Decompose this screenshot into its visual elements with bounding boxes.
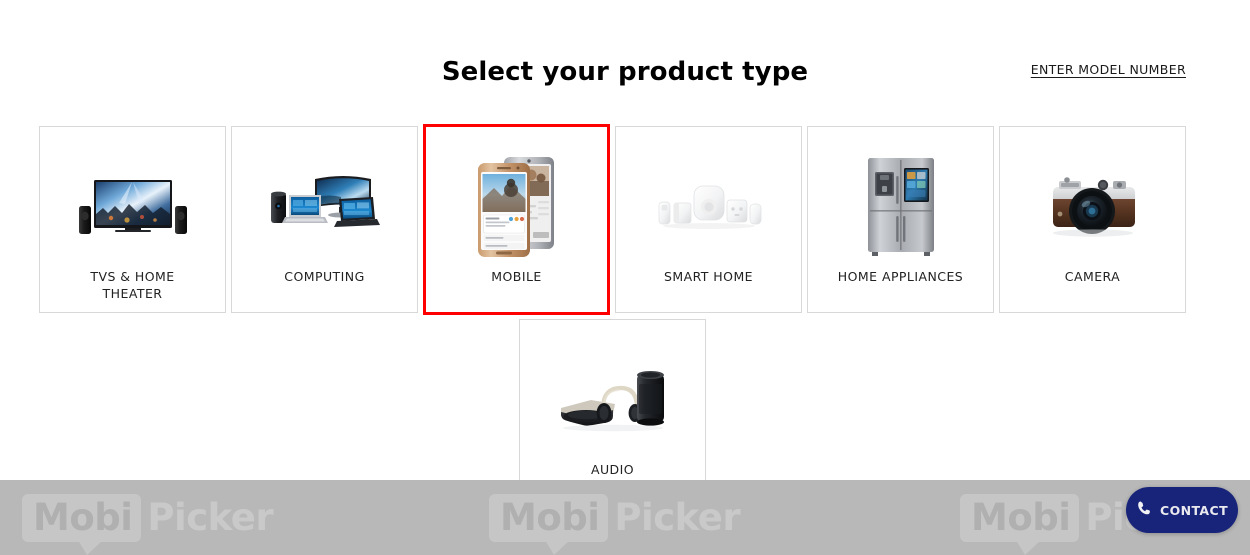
product-grid-row-2: AUDIO [519, 319, 706, 506]
product-card-label: SMART HOME [622, 269, 795, 286]
mobile-phone-icon [457, 151, 577, 259]
watermark-overlay-bar: Mobi Picker Mobi Picker Mobi Picker [0, 480, 1250, 555]
product-card-label: MOBILE [432, 269, 601, 286]
label-line: HOME APPLIANCES [837, 269, 964, 284]
enter-model-number-link[interactable]: ENTER MODEL NUMBER [1031, 62, 1186, 77]
contact-button[interactable]: CONTACT [1126, 487, 1238, 533]
watermark-mobi-text: Mobi [22, 494, 142, 555]
label-line: TVS & HOME [90, 269, 175, 284]
label-line: CAMERA [1064, 269, 1121, 284]
label-line: COMPUTING [284, 269, 365, 284]
label-line: MOBILE [491, 269, 542, 284]
refrigerator-icon [841, 153, 961, 261]
product-grid-row-1: TVS & HOME THEATER COMPUTING MOBILE SMAR… [39, 124, 1186, 315]
label-line: SMART HOME [663, 269, 754, 284]
product-card-mobile[interactable]: MOBILE [423, 124, 610, 315]
smart-home-icon [649, 153, 769, 261]
product-card-label: CAMERA [1006, 269, 1179, 286]
product-card-label: COMPUTING [238, 269, 411, 286]
audio-speaker-headphones-icon [553, 346, 673, 454]
product-card-label: HOME APPLIANCES [814, 269, 987, 286]
label-line: THEATER [102, 285, 163, 301]
contact-button-label: CONTACT [1160, 502, 1228, 518]
watermark-picker-text: Picker [614, 496, 741, 539]
tv-home-theater-icon [73, 153, 193, 261]
product-card-home-appliances[interactable]: HOME APPLIANCES [807, 126, 994, 313]
page-header: Select your product type ENTER MODEL NUM… [0, 0, 1250, 110]
phone-handset-icon [1136, 500, 1153, 521]
product-card-smart-home[interactable]: SMART HOME [615, 126, 802, 313]
computing-icon [265, 153, 385, 261]
product-card-label: AUDIO [526, 462, 699, 479]
product-card-audio[interactable]: AUDIO [519, 319, 706, 506]
product-card-computing[interactable]: COMPUTING [231, 126, 418, 313]
product-card-camera[interactable]: CAMERA [999, 126, 1186, 313]
watermark-logo: Mobi Picker [489, 494, 741, 555]
product-card-tvs-home-theater[interactable]: TVS & HOME THEATER [39, 126, 226, 313]
watermark-mobi-text: Mobi [489, 494, 609, 555]
product-card-label: TVS & HOME THEATER [46, 269, 219, 302]
watermark-mobi-text: Mobi [960, 494, 1080, 555]
label-line: AUDIO [590, 462, 635, 477]
watermark-picker-text: Picker [147, 496, 274, 539]
watermark-logo: Mobi Picker [22, 494, 274, 555]
camera-icon [1033, 153, 1153, 261]
product-type-selector-page: Select your product type ENTER MODEL NUM… [0, 0, 1250, 555]
